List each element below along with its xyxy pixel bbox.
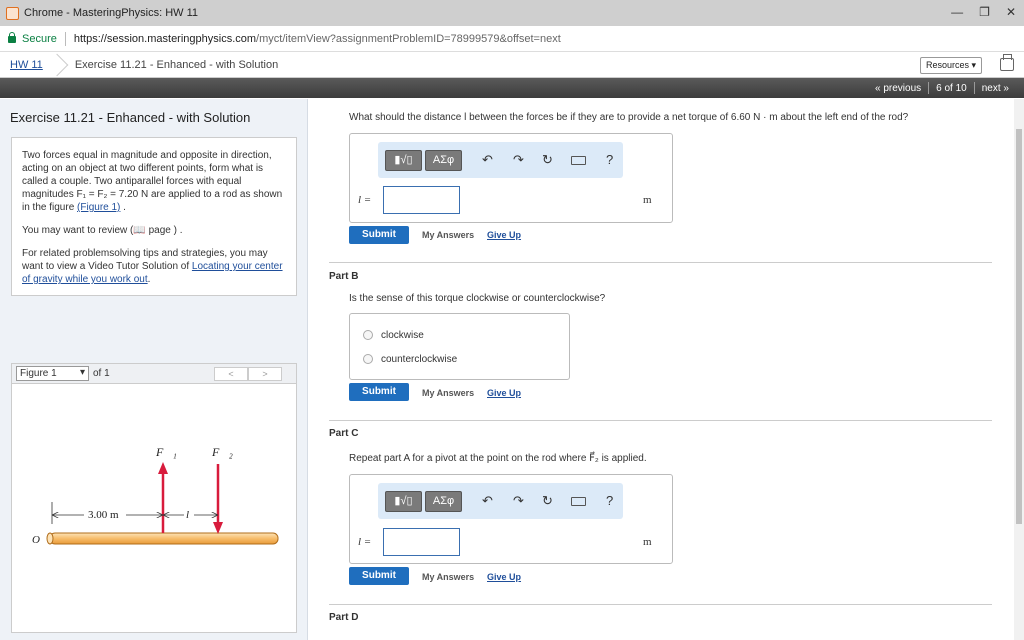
option-counterclockwise-label[interactable]: counterclockwise (381, 354, 457, 365)
next-link[interactable]: next » (975, 83, 1016, 94)
help-icon[interactable]: ? (606, 152, 613, 167)
partB-options-box: clockwise counterclockwise (349, 313, 570, 380)
redo-icon[interactable]: ↷ (513, 493, 524, 509)
partC-answer-input[interactable] (383, 528, 460, 556)
window-titlebar: Chrome - MasteringPhysics: HW 11 — ❐ ✕ (0, 0, 1024, 26)
radio-clockwise[interactable] (363, 330, 373, 340)
greek-symbols-button[interactable]: ΑΣφ (425, 491, 462, 512)
intro-paragraph-1: Two forces equal in magnitude and opposi… (22, 150, 283, 213)
figure-link[interactable]: (Figure 1) (77, 202, 120, 213)
url-host: https://session.masteringphysics.com (73, 32, 257, 45)
secure-label: Secure (22, 32, 57, 45)
partD-label: Part D (329, 612, 359, 623)
radio-counterclockwise[interactable] (363, 354, 373, 364)
address-bar[interactable]: Secure https://session.masteringphysics.… (0, 26, 1024, 52)
figure-select[interactable]: Figure 1 (16, 366, 89, 381)
templates-button[interactable]: ▮√▯ (385, 491, 422, 512)
partA-answer-box: ▮√▯ ΑΣφ ↶ ↷ ↻ ? l = m (349, 133, 673, 223)
partC-variable-label: l = (358, 536, 372, 548)
greek-symbols-button[interactable]: ΑΣφ (425, 150, 462, 171)
breadcrumb-hw-link[interactable]: HW 11 (10, 59, 43, 71)
divider (329, 420, 992, 421)
force-f1-label: F⃗₁ (155, 445, 177, 459)
resources-dropdown[interactable]: Resources ▾ (919, 57, 982, 74)
dimension-l-label: l (186, 509, 189, 521)
partB-my-answers-link[interactable]: My Answers (422, 388, 474, 398)
item-navigation: « previous 6 of 10 next » (0, 78, 1024, 98)
divider (329, 604, 992, 605)
minimize-icon[interactable]: — (951, 5, 963, 19)
chevron-right-icon (53, 52, 65, 78)
figure-prev-button[interactable]: < (214, 367, 248, 381)
reset-icon[interactable]: ↻ (542, 493, 553, 509)
intro-paragraph-2: You may want to review (📖 page ) . (22, 225, 183, 236)
partA-variable-label: l = (358, 194, 372, 206)
partC-unit: m (643, 536, 652, 548)
partB-question: Is the sense of this torque clockwise or… (349, 293, 606, 304)
undo-icon[interactable]: ↶ (482, 152, 493, 168)
figure-toolbar: Figure 1 of 1 < > (12, 364, 296, 384)
figure-next-button[interactable]: > (248, 367, 282, 381)
partA-answer-input[interactable] (383, 186, 460, 214)
url-text[interactable]: https://session.masteringphysics.com/myc… (74, 33, 561, 45)
partC-label: Part C (329, 428, 359, 439)
url-path: /myct/itemView?assignmentProblemID=78999… (256, 32, 561, 45)
chrome-favicon-icon (6, 6, 19, 20)
rod-end-cap (46, 532, 54, 545)
partC-give-up-link[interactable]: Give Up (487, 572, 521, 582)
intro-paragraph-3: For related problemsolving tips and stra… (22, 248, 283, 285)
undo-icon[interactable]: ↶ (482, 493, 493, 509)
force-f2-arrowhead (213, 522, 223, 534)
partA-math-toolbar: ▮√▯ ΑΣφ ↶ ↷ ↻ ? (378, 142, 623, 178)
figure-panel: Figure 1 of 1 < > 3.00 m (11, 363, 297, 633)
force-f2-label: F⃗₂ (211, 445, 233, 459)
printer-icon[interactable] (1000, 54, 1014, 71)
partC-question: Repeat part A for a pivot at the point o… (349, 453, 647, 464)
problem-sidebar: Exercise 11.21 - Enhanced - with Solutio… (0, 99, 308, 640)
partC-my-answers-link[interactable]: My Answers (422, 572, 474, 582)
partA-give-up-link[interactable]: Give Up (487, 230, 521, 240)
redo-icon[interactable]: ↷ (513, 152, 524, 168)
exercise-heading: Exercise 11.21 - Enhanced - with Solutio… (10, 110, 251, 125)
force-f1-arrowhead (158, 462, 168, 474)
keyboard-icon[interactable] (571, 156, 586, 165)
problem-intro: Two forces equal in magnitude and opposi… (11, 137, 297, 296)
partC-math-toolbar: ▮√▯ ΑΣφ ↶ ↷ ↻ ? (378, 483, 623, 519)
lock-icon (8, 32, 16, 43)
close-icon[interactable]: ✕ (1006, 5, 1016, 19)
help-icon[interactable]: ? (606, 493, 613, 508)
keyboard-icon[interactable] (571, 497, 586, 506)
partA-submit-button[interactable]: Submit (349, 226, 409, 244)
scrollbar-thumb[interactable] (1016, 129, 1022, 524)
item-position: 6 of 10 (936, 82, 967, 94)
partB-label: Part B (329, 271, 359, 282)
reset-icon[interactable]: ↻ (542, 152, 553, 168)
window-title: Chrome - MasteringPhysics: HW 11 (24, 7, 199, 19)
partA-my-answers-link[interactable]: My Answers (422, 230, 474, 240)
partA-question: What should the distance l between the f… (349, 112, 909, 123)
previous-link[interactable]: « previous (868, 83, 928, 94)
breadcrumb: HW 11 Exercise 11.21 - Enhanced - with S… (0, 52, 1024, 78)
partB-submit-button[interactable]: Submit (349, 383, 409, 401)
address-divider (64, 31, 66, 46)
divider (329, 262, 992, 263)
page-scrollbar[interactable] (1014, 99, 1024, 640)
partC-submit-button[interactable]: Submit (349, 567, 409, 585)
breadcrumb-exercise: Exercise 11.21 - Enhanced - with Solutio… (74, 58, 279, 71)
option-clockwise-label[interactable]: clockwise (381, 330, 424, 341)
partC-answer-box: ▮√▯ ΑΣφ ↶ ↷ ↻ ? l = m (349, 474, 673, 564)
origin-label: O (32, 534, 40, 546)
partA-unit: m (643, 194, 652, 206)
dimension-3m-label: 3.00 m (88, 509, 119, 521)
figure-count: of 1 (93, 368, 110, 379)
maximize-icon[interactable]: ❐ (979, 5, 990, 19)
rod (49, 532, 279, 545)
questions-panel: What should the distance l between the f… (309, 99, 1014, 640)
force-diagram: 3.00 m l F⃗₁ F⃗₂ O (32, 445, 279, 546)
templates-button[interactable]: ▮√▯ (385, 150, 422, 171)
partB-give-up-link[interactable]: Give Up (487, 388, 521, 398)
